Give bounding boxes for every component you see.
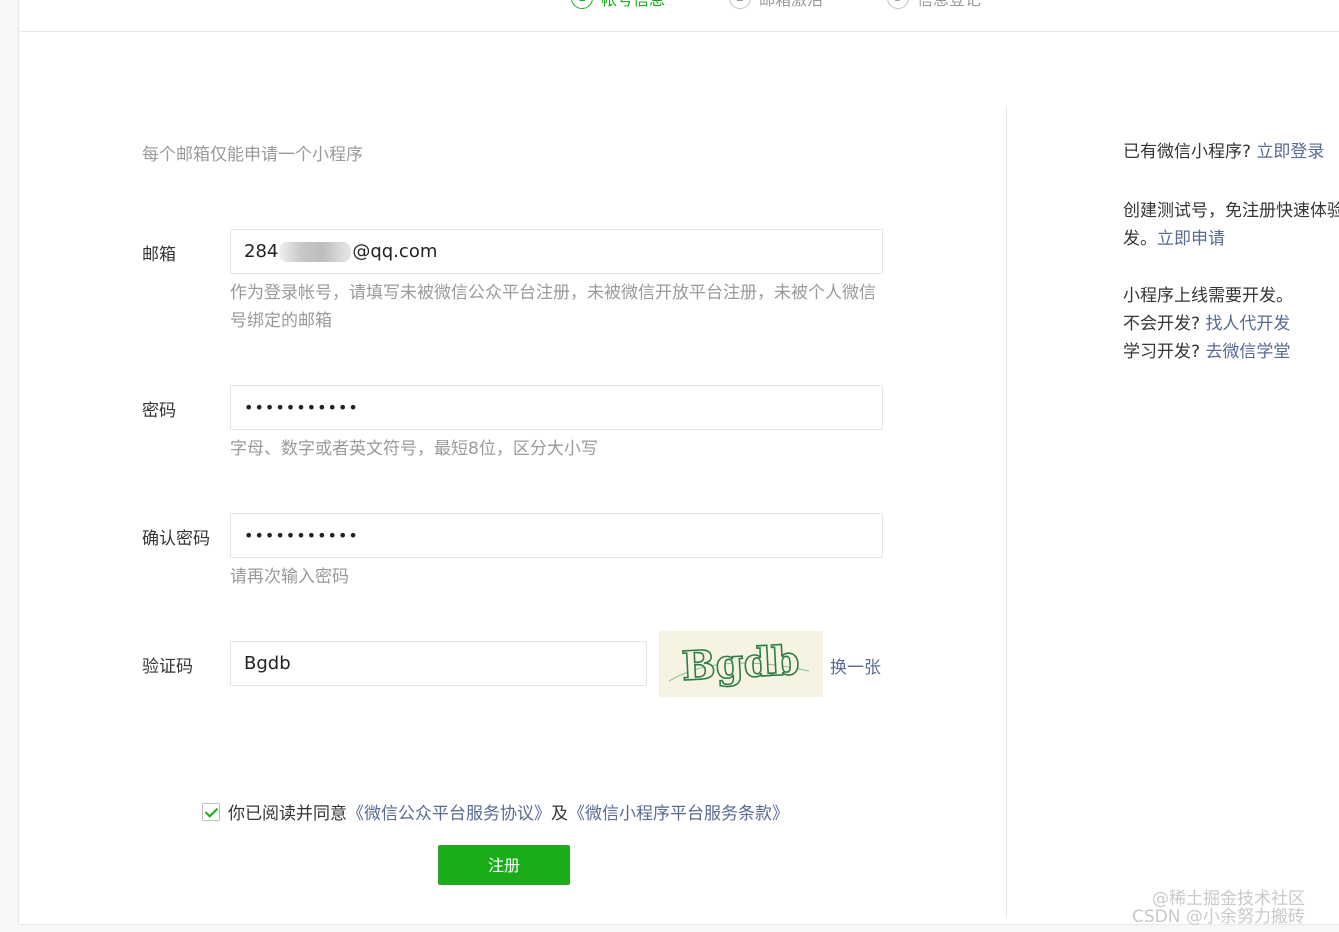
- step-number-1: 1: [571, 0, 593, 9]
- captcha-input[interactable]: Bgdb: [230, 641, 647, 686]
- register-panel: 1 帐号信息 2 邮箱激活 3 信息登记 每个邮箱仅能申请一个小程序 邮箱 28…: [18, 0, 1339, 925]
- confirm-password-label: 确认密码: [142, 529, 210, 549]
- sidebar-development: 小程序上线需要开发。 不会开发? 找人代开发 学习开发? 去微信学堂: [1123, 282, 1293, 366]
- step-indicator: 1 帐号信息 2 邮箱激活 3 信息登记: [19, 0, 1339, 32]
- apply-test-account-link[interactable]: 立即申请: [1157, 229, 1225, 249]
- sidebar-find-dev-text: 不会开发?: [1123, 314, 1201, 334]
- wechat-academy-link[interactable]: 去微信学堂: [1205, 342, 1290, 362]
- email-label: 邮箱: [142, 245, 176, 265]
- sidebar-login: 已有微信小程序? 立即登录: [1123, 138, 1324, 166]
- step-label-1: 帐号信息: [601, 0, 665, 10]
- agreement-checkbox[interactable]: [202, 802, 220, 821]
- register-button[interactable]: 注册: [438, 845, 570, 885]
- form-tips: 每个邮箱仅能申请一个小程序: [142, 145, 363, 165]
- sidebar-test-account: 创建测试号，免注册快速体验 发。立即申请: [1123, 197, 1339, 253]
- captcha-label: 验证码: [142, 657, 193, 677]
- step-info-registration: 3 信息登记: [887, 0, 981, 10]
- watermark-csdn: CSDN @小余努力搬砖: [1132, 907, 1305, 927]
- step-account-info: 1 帐号信息: [571, 0, 665, 10]
- agreement-row: 你已阅读并同意 《微信公众平台服务协议》 及 《微信小程序平台服务条款》: [202, 799, 789, 824]
- agreement-middle: 及: [551, 804, 568, 824]
- agreement-prefix: 你已阅读并同意: [228, 804, 347, 824]
- sidebar-test-text-line2: 发。: [1123, 229, 1157, 249]
- captcha-refresh-link[interactable]: 换一张: [830, 653, 881, 678]
- step-label-3: 信息登记: [917, 0, 981, 10]
- password-label: 密码: [142, 401, 176, 421]
- login-link[interactable]: 立即登录: [1256, 142, 1324, 162]
- email-input[interactable]: 284 @qq.com: [230, 229, 883, 274]
- service-terms-link[interactable]: 《微信小程序平台服务条款》: [568, 799, 789, 824]
- email-hint: 作为登录帐号，请填写未被微信公众平台注册，未被微信开放平台注册，未被个人微信号绑…: [230, 283, 876, 331]
- captcha-image[interactable]: Bgdb: [659, 631, 823, 697]
- step-label-2: 邮箱激活: [759, 0, 823, 10]
- password-hint: 字母、数字或者英文符号，最短8位，区分大小写: [230, 439, 598, 459]
- step-number-2: 2: [729, 0, 751, 9]
- find-developer-link[interactable]: 找人代开发: [1205, 314, 1290, 334]
- email-value-prefix: 284: [244, 241, 279, 262]
- column-divider: [1006, 107, 1007, 917]
- confirm-password-hint: 请再次输入密码: [230, 567, 349, 587]
- service-agreement-link[interactable]: 《微信公众平台服务协议》: [347, 799, 551, 824]
- sidebar-learn-text: 学习开发?: [1123, 342, 1201, 362]
- email-value-suffix: @qq.com: [352, 241, 438, 262]
- password-input[interactable]: •••••••••••: [230, 385, 883, 430]
- captcha-text: Bgdb: [681, 637, 801, 690]
- sidebar-login-text: 已有微信小程序?: [1123, 142, 1252, 162]
- step-email-activation: 2 邮箱激活: [729, 0, 823, 10]
- email-blurred-segment: [279, 242, 352, 262]
- step-number-3: 3: [887, 0, 909, 9]
- sidebar-dev-line: 小程序上线需要开发。: [1123, 286, 1293, 306]
- sidebar-test-text-line1: 创建测试号，免注册快速体验: [1123, 201, 1339, 221]
- confirm-password-input[interactable]: •••••••••••: [230, 513, 883, 558]
- captcha-graphic: Bgdb: [668, 636, 810, 691]
